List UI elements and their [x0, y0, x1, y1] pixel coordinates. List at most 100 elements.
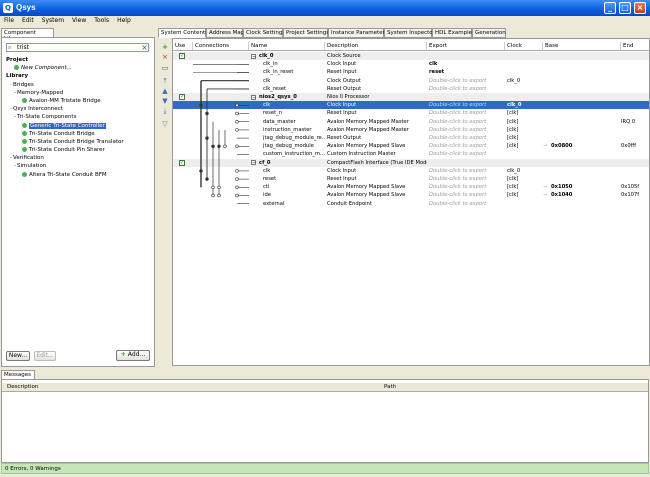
tree-item[interactable]: -Verification	[6, 154, 151, 162]
window-title: Qsys	[16, 3, 36, 12]
tree-item[interactable]: Avalon-MM Tristate Bridge	[6, 97, 151, 105]
export-cell[interactable]: Double-click to export	[429, 150, 505, 158]
tree-item[interactable]: New Component...	[6, 64, 151, 72]
column-header-export[interactable]: Export	[427, 42, 505, 50]
tree-item[interactable]: Library	[6, 72, 151, 80]
tree-item[interactable]: -Bridges	[6, 81, 151, 89]
tree-expander-icon[interactable]: -	[10, 82, 12, 88]
column-header-name[interactable]: Name	[249, 42, 325, 50]
component-tree: Project New Component... Library -Bridges -M…	[6, 56, 151, 179]
minimize-button[interactable]: _	[604, 2, 616, 14]
end-cell: IRQ 0	[621, 118, 636, 125]
messages-col-description[interactable]: Description	[7, 384, 38, 390]
edit-icon[interactable]: ▭	[161, 65, 169, 72]
tree-item[interactable]: -Simulation	[6, 162, 151, 170]
tree-expander-icon[interactable]: -	[14, 114, 16, 120]
tab-address-map[interactable]: Address Map	[206, 28, 244, 38]
name-cell: instruction_master	[263, 126, 312, 133]
tree-expander-icon[interactable]: -	[10, 106, 12, 112]
tree-item[interactable]: -Tri-State Components	[6, 113, 151, 121]
tree-item[interactable]: Tri-State Conduit Bridge	[6, 130, 151, 138]
tab-system-contents[interactable]: System Contents	[158, 28, 208, 38]
export-cell[interactable]: clk	[429, 60, 505, 68]
tab-instance-parameters[interactable]: Instance Parameters	[328, 28, 388, 38]
export-cell[interactable]: Double-click to export	[429, 142, 505, 150]
remove-icon[interactable]: ×	[161, 54, 169, 61]
export-cell[interactable]: Double-click to export	[429, 109, 505, 117]
column-header-connections[interactable]: Connections	[193, 42, 249, 50]
tree-item[interactable]: Project	[6, 56, 151, 64]
export-cell[interactable]: Double-click to export	[429, 85, 505, 93]
column-header-description[interactable]: Description	[325, 42, 427, 50]
menu-tools[interactable]: Tools	[90, 16, 113, 25]
clock-cell: clk_0	[507, 167, 521, 174]
edit-component-button[interactable]: Edit...	[34, 351, 56, 361]
column-header-use[interactable]: Use	[173, 42, 193, 50]
close-button[interactable]: ×	[634, 2, 646, 14]
tree-expander-icon[interactable]: -	[14, 163, 16, 169]
messages-col-path[interactable]: Path	[384, 384, 396, 390]
tree-expander-icon[interactable]: -	[14, 90, 16, 96]
lock-icon[interactable]: ⊸	[543, 142, 549, 150]
lock-icon[interactable]: ⊸	[543, 191, 549, 199]
add-icon[interactable]: +	[161, 44, 169, 51]
lock-icon[interactable]: ⊸	[543, 183, 549, 191]
menu-bar: File Edit System View Tools Help	[0, 16, 650, 26]
move-down-icon[interactable]: ▼	[161, 98, 169, 105]
tree-item[interactable]: Generic Tri-State Controller	[6, 122, 151, 130]
menu-file[interactable]: File	[0, 16, 18, 25]
description-cell: Clock Output	[327, 77, 361, 84]
clear-search-icon[interactable]: ×	[140, 43, 149, 52]
tree-item[interactable]: -Memory-Mapped	[6, 89, 151, 97]
tab-generation[interactable]: Generation	[472, 28, 506, 38]
export-cell[interactable]: Double-click to export	[429, 167, 505, 175]
tab-hdl-example[interactable]: HDL Example	[432, 28, 472, 38]
add-component-button[interactable]: + Add...	[116, 350, 150, 361]
tab-project-settings[interactable]: Project Settings	[283, 28, 329, 38]
tree-item-label: New Component...	[21, 65, 72, 72]
maximize-button[interactable]: □	[619, 2, 631, 14]
new-component-button[interactable]: New...	[6, 351, 30, 361]
tab-clock-settings[interactable]: Clock Settings	[243, 28, 285, 38]
connections-graph[interactable]	[193, 51, 253, 221]
tree-expander-icon[interactable]: -	[10, 155, 12, 161]
use-checkbox[interactable]: ✓	[179, 94, 185, 100]
column-header-base[interactable]: Base	[543, 42, 621, 50]
library-search-input[interactable]: ⌕ trist ×	[6, 43, 149, 52]
use-checkbox[interactable]: ✓	[179, 159, 185, 166]
use-checkbox[interactable]: ✓	[179, 53, 185, 59]
column-header-end[interactable]: End	[621, 42, 649, 50]
menu-system[interactable]: System	[38, 16, 68, 25]
description-cell: Avalon Memory Mapped Slave	[327, 143, 406, 150]
menu-help[interactable]: Help	[113, 16, 135, 25]
name-cell: external	[263, 200, 285, 207]
tree-item[interactable]: Altera Tri-State Conduit BFM	[6, 171, 151, 179]
description-cell: Reset Input	[327, 69, 357, 76]
end-cell: 0x105f	[621, 184, 640, 191]
export-cell[interactable]: Double-click to export	[429, 200, 505, 208]
tab-system-inspector[interactable]: System Inspector	[384, 28, 435, 38]
move-top-icon[interactable]: ⤒	[161, 78, 169, 85]
tree-item[interactable]: -Qsys Interconnect	[6, 105, 151, 113]
export-cell[interactable]: Double-click to export	[429, 101, 505, 109]
export-cell[interactable]: Double-click to export	[429, 175, 505, 183]
export-cell[interactable]: Double-click to export	[429, 118, 505, 126]
description-cell: Reset Input	[327, 110, 357, 117]
export-cell[interactable]: Double-click to export	[429, 126, 505, 134]
title-bar: Q Qsys _ □ ×	[0, 0, 650, 16]
column-header-clock[interactable]: Clock	[505, 42, 543, 50]
tree-item-label: Library	[6, 73, 29, 80]
move-up-icon[interactable]: ▲	[161, 88, 169, 95]
export-cell[interactable]: Double-click to export	[429, 191, 505, 199]
tree-item[interactable]: Tri-State Conduit Bridge Translator	[6, 138, 151, 146]
menu-edit[interactable]: Edit	[18, 16, 38, 25]
clock-cell: [clk]	[507, 143, 519, 150]
menu-view[interactable]: View	[68, 16, 90, 25]
export-cell[interactable]: reset	[429, 68, 505, 76]
filter-icon[interactable]: ▽	[161, 121, 169, 128]
tree-item[interactable]: Tri-State Conduit Pin Sharer	[6, 146, 151, 154]
move-bottom-icon[interactable]: ⤓	[161, 108, 169, 115]
export-cell[interactable]: Double-click to export	[429, 183, 505, 191]
export-cell[interactable]: Double-click to export	[429, 77, 505, 85]
export-cell[interactable]: Double-click to export	[429, 134, 505, 142]
